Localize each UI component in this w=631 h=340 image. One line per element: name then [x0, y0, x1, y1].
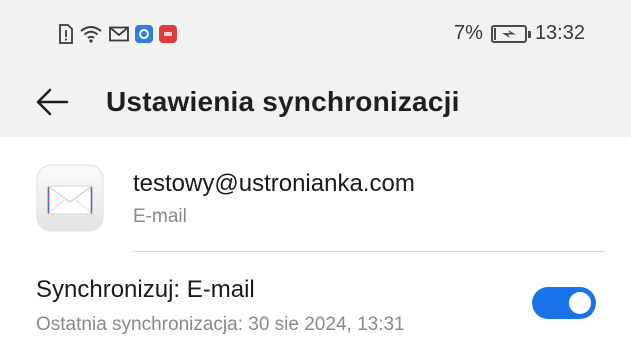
last-sync-text: Ostatnia synchronizacja: 30 sie 2024, 13… [36, 314, 405, 335]
envelope-icon [36, 164, 104, 232]
toolbar: Ustawienia synchronizacji [0, 68, 631, 137]
battery-percent: 7% [454, 22, 483, 44]
app-red-icon [159, 25, 177, 43]
toggle-knob [569, 292, 591, 314]
app-blue-icon [135, 25, 153, 43]
sync-title: Synchronizuj: E-mail [36, 276, 255, 303]
app-header: 7% 13:32 Ustawienia synchronizacji [0, 0, 631, 137]
status-bar: 7% 13:32 [0, 0, 631, 68]
arrow-left-icon [36, 88, 69, 116]
battery-fill [493, 27, 496, 40]
back-button[interactable] [32, 82, 72, 122]
wifi-icon [79, 24, 103, 44]
account-email: testowy@ustronianka.com [133, 170, 415, 197]
account-row[interactable]: testowy@ustronianka.com E-mail [0, 150, 631, 252]
mail-icon [109, 26, 129, 42]
sim-missing-icon [57, 24, 73, 44]
status-icons [57, 24, 177, 44]
account-type: E-mail [133, 206, 187, 227]
sync-toggle[interactable] [532, 287, 596, 319]
sync-setting-row[interactable]: Synchronizuj: E-mail Ostatnia synchroniz… [0, 262, 631, 340]
divider [133, 251, 605, 252]
status-right: 7% 13:32 [454, 22, 585, 45]
charging-icon [501, 29, 516, 38]
battery-icon [490, 24, 531, 43]
clock: 13:32 [534, 22, 585, 44]
page-title: Ustawienia synchronizacji [106, 86, 460, 117]
